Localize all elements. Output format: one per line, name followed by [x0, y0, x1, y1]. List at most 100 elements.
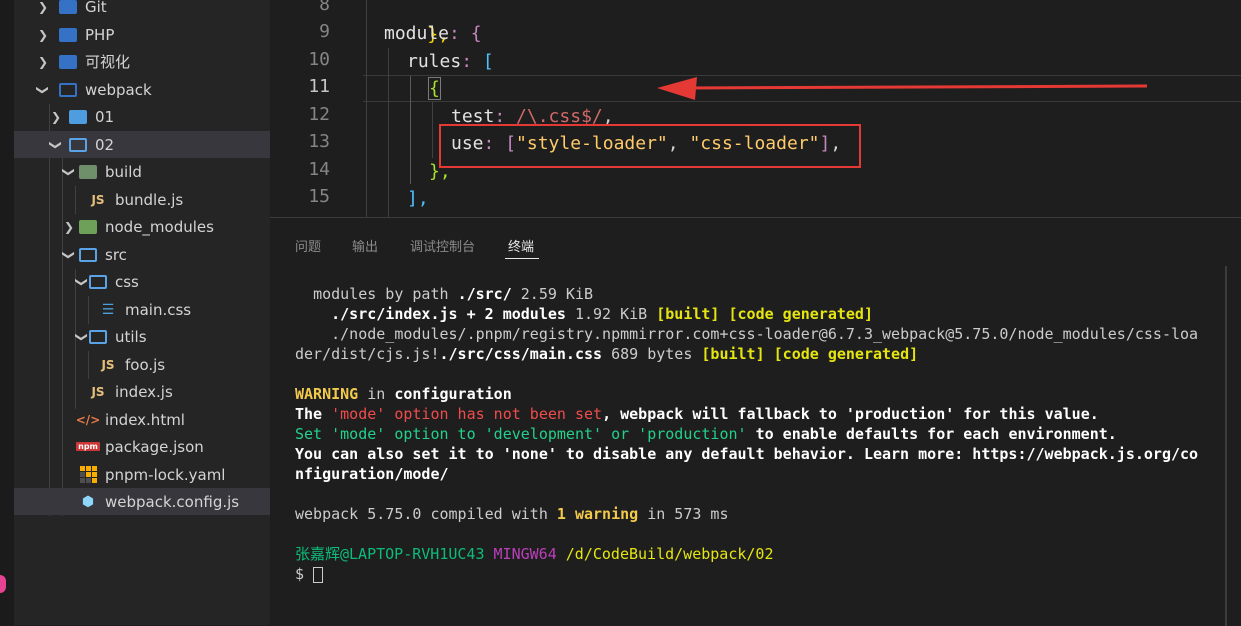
chevron-down-icon: ❯ — [36, 84, 50, 95]
explorer-file-main-css[interactable]: ☰ main.css — [14, 296, 270, 323]
tree-item-label: webpack — [85, 80, 152, 99]
terminal-line: 张嘉辉@LAPTOP-RVH1UC43 MINGW64 /d/CodeBuild… — [295, 544, 774, 564]
term-text: ./src/ — [457, 285, 512, 303]
term-text: ./src/css/main.css — [439, 345, 603, 363]
term-text: to enable defaults for each environment. — [746, 425, 1117, 443]
term-text: [code generated] — [773, 345, 919, 363]
terminal-cursor — [313, 566, 324, 583]
term-text: webpack 5.75.0 compiled with — [295, 505, 557, 523]
explorer-folder-git[interactable]: ❯ Git — [14, 0, 270, 20]
term-text: Set 'mode' option to 'development' or 'p… — [295, 425, 747, 443]
tab-problems[interactable]: 问题 — [295, 236, 321, 255]
term-text: 1 warning — [556, 505, 639, 523]
tree-item-label: index.html — [105, 410, 185, 429]
explorer-folder-node-modules[interactable]: ❯ node_modules — [14, 213, 270, 240]
tree-item-label: package.json — [105, 437, 204, 456]
explorer-file-pnpm-lock[interactable]: pnpm-lock.yaml — [14, 461, 270, 488]
explorer-file-index-html[interactable]: </> index.html — [14, 406, 270, 433]
javascript-icon: JS — [91, 384, 105, 399]
explorer-file-foo-js[interactable]: JS foo.js — [14, 351, 270, 378]
folder-icon — [58, 53, 78, 71]
term-text: 张嘉辉@LAPTOP-RVH1UC43 — [295, 545, 485, 563]
term-text: [built] — [656, 305, 720, 323]
term-text: nfiguration/mode/ — [295, 465, 449, 483]
terminal-line: Set 'mode' option to 'development' or 'p… — [295, 424, 1117, 444]
explorer-folder-webpack[interactable]: ❯ webpack — [14, 76, 270, 103]
indent-guide — [366, 0, 367, 217]
chevron-down-icon: ❯ — [49, 139, 63, 150]
explorer-folder-01[interactable]: ❯ 01 — [14, 103, 270, 130]
code-token: [ — [482, 51, 494, 72]
terminal-line: webpack 5.75.0 compiled with 1 warning i… — [295, 504, 729, 524]
annotation-arrow — [657, 77, 1148, 100]
line-number: 13 — [308, 131, 330, 152]
tree-item-label: foo.js — [125, 355, 166, 374]
line-number: 15 — [308, 186, 330, 207]
npm-icon: npm — [76, 442, 100, 451]
line-number: 11 — [308, 76, 330, 97]
explorer-folder-src[interactable]: ❯ src — [14, 241, 270, 268]
code-token: rules — [407, 51, 462, 72]
explorer-folder-build[interactable]: ❯ build — [14, 158, 270, 185]
explorer-file-package-json[interactable]: npm package.json — [14, 433, 270, 460]
term-text: 'mode' option has not been set — [331, 405, 603, 423]
tab-terminal[interactable]: 终端 — [508, 236, 534, 255]
terminal-line: ./node_modules/.pnpm/registry.npmmirror.… — [295, 324, 1198, 344]
folder-icon — [58, 81, 78, 99]
code-token: : — [449, 23, 460, 44]
tab-output[interactable]: 输出 — [352, 236, 378, 255]
terminal-scrollbar[interactable] — [1225, 266, 1227, 626]
tree-item-label: 02 — [95, 135, 115, 154]
javascript-icon: JS — [101, 357, 115, 372]
tree-item-label: bundle.js — [115, 190, 184, 209]
explorer-file-bundle-js[interactable]: JS bundle.js — [14, 186, 270, 213]
terminal-line: modules by path ./src/ 2.59 KiB — [295, 284, 593, 304]
code-token: ], — [407, 188, 429, 209]
tab-debug-console[interactable]: 调试控制台 — [410, 236, 475, 255]
html-icon: </> — [75, 412, 101, 427]
terminal-line: The 'mode' option has not been set, webp… — [295, 404, 1099, 424]
javascript-icon: JS — [91, 192, 105, 207]
line-number: 12 — [308, 104, 330, 125]
term-text: modules by path — [313, 285, 458, 303]
tree-item-label: pnpm-lock.yaml — [105, 465, 226, 484]
explorer-folder-02[interactable]: ❯ 02 — [14, 131, 270, 158]
explorer-file-webpack-config[interactable]: ⬢ webpack.config.js — [14, 488, 270, 515]
code-editor[interactable]: 8 9 10 11 12 13 14 15 }, module: { rules… — [270, 0, 1241, 217]
line-number: 9 — [319, 21, 330, 42]
build-folder-icon — [78, 163, 98, 181]
term-text: You can also set it to 'none' to disable… — [295, 445, 1199, 463]
code-line-11: { — [428, 75, 441, 102]
explorer-folder-utils[interactable]: ❯ utils — [14, 323, 270, 350]
explorer-sidebar: ❯ Git ❯ PHP ❯ 可视化 ❯ webpack ❯ 01 ❯ 02 ❯ … — [0, 0, 270, 625]
explorer-folder-visualization[interactable]: ❯ 可视化 — [14, 48, 270, 75]
tree-item-label: build — [105, 162, 142, 181]
tree-item-label: main.css — [125, 300, 192, 319]
tree-item-label: css — [115, 272, 139, 291]
term-text: , webpack will fallback to 'production' … — [602, 405, 1099, 423]
tree-item-label: node_modules — [105, 217, 214, 236]
chevron-down-icon: ❯ — [62, 166, 76, 177]
chevron-right-icon: ❯ — [50, 109, 62, 124]
code-line-10: rules: [ — [407, 48, 494, 75]
css-icon: ☰ — [101, 301, 115, 318]
indent-guide — [410, 76, 411, 184]
chevron-right-icon: ❯ — [37, 54, 49, 69]
chevron-down-icon: ❯ — [75, 331, 89, 342]
chevron-right-icon: ❯ — [37, 0, 49, 14]
folder-icon — [88, 328, 108, 346]
term-text: MINGW64 — [484, 545, 557, 563]
term-text: der/dist/cjs.js! — [295, 345, 440, 363]
chevron-right-icon: ❯ — [37, 27, 49, 42]
explorer-folder-css[interactable]: ❯ css — [14, 268, 270, 295]
chevron-down-icon: ❯ — [62, 249, 76, 260]
explorer-folder-php[interactable]: ❯ PHP — [14, 21, 270, 48]
folder-icon — [68, 108, 88, 126]
folder-icon — [78, 246, 98, 264]
explorer-file-index-js[interactable]: JS index.js — [14, 378, 270, 405]
term-text: 2.59 KiB — [511, 285, 594, 303]
tree-item-label: webpack.config.js — [105, 492, 240, 511]
term-text: ./node_modules/.pnpm/registry.npmmirror.… — [331, 325, 1199, 343]
term-text: /d/CodeBuild/webpack/02 — [556, 545, 774, 563]
term-text: 1.92 KiB — [565, 305, 657, 323]
